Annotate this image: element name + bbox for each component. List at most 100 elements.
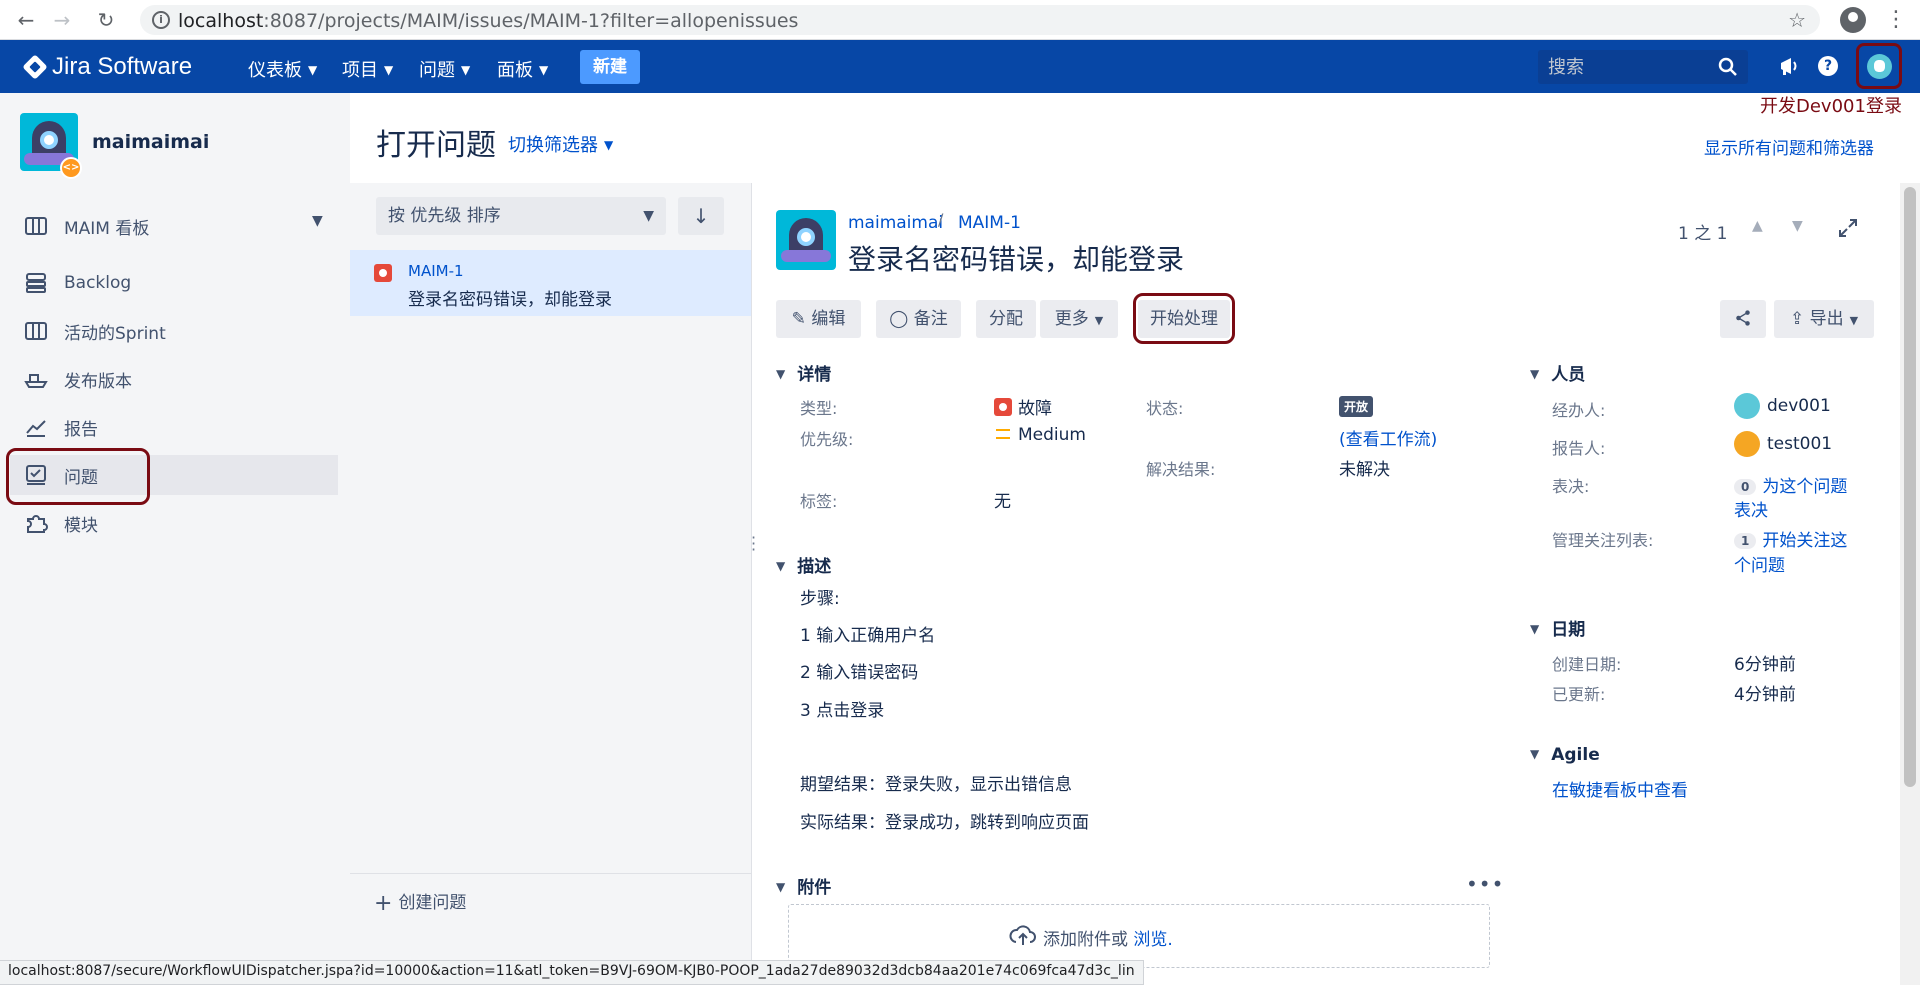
- watchers-count: 1: [1734, 533, 1757, 549]
- show-all-issues-link[interactable]: 显示所有问题和筛选器: [1704, 134, 1874, 159]
- sidebar-item-label: Backlog: [64, 273, 132, 293]
- sidebar-item-reports[interactable]: 报告: [0, 407, 338, 447]
- expand-icon[interactable]: [1838, 218, 1858, 238]
- sort-order-button[interactable]: ↓: [678, 197, 724, 235]
- agile-board-link[interactable]: 在敏捷看板中查看: [1552, 776, 1688, 801]
- browser-profile-icon[interactable]: [1840, 7, 1866, 33]
- chevron-down-icon[interactable]: ▼: [312, 213, 323, 229]
- assignee-value[interactable]: dev001: [1767, 396, 1831, 416]
- watch-link-line2[interactable]: 个问题: [1734, 551, 1785, 576]
- browse-link[interactable]: 浏览.: [1133, 930, 1172, 950]
- export-icon: ⇪: [1789, 309, 1810, 329]
- chevron-down-icon: ▼: [776, 559, 786, 573]
- watchers-label: 管理关注列表:: [1552, 531, 1654, 550]
- created-label: 创建日期:: [1552, 655, 1622, 674]
- scrollbar-thumb[interactable]: [1904, 187, 1916, 787]
- chevron-down-icon: ▼: [1094, 314, 1104, 327]
- breadcrumb-project[interactable]: maimaimai: [848, 213, 943, 233]
- sort-dropdown[interactable]: 按 优先级 排序 ▼: [376, 197, 666, 235]
- back-icon[interactable]: ←: [14, 8, 38, 32]
- attachments-heading[interactable]: ▼ 附件: [776, 873, 831, 898]
- menu-projects[interactable]: 项目 ▼: [342, 56, 393, 82]
- sidebar-item-components[interactable]: 模块: [0, 503, 338, 543]
- divider: [350, 873, 751, 874]
- details-heading[interactable]: ▼ 详情: [776, 360, 831, 385]
- scrollbar[interactable]: [1900, 183, 1920, 985]
- user-avatar-highlight: [1856, 43, 1902, 89]
- description-heading[interactable]: ▼ 描述: [776, 552, 831, 577]
- bookmark-star-icon[interactable]: ☆: [1788, 8, 1806, 32]
- create-button[interactable]: 新建: [580, 50, 640, 84]
- chevron-down-icon: ▼: [308, 63, 318, 77]
- labels-label: 标签:: [800, 492, 838, 511]
- comment-button[interactable]: ◯ 备注: [876, 300, 961, 338]
- priority-label: 优先级:: [800, 430, 854, 449]
- people-heading[interactable]: ▼ 人员: [1530, 360, 1585, 385]
- share-button[interactable]: [1720, 300, 1766, 338]
- jira-logo[interactable]: Jira Software: [22, 53, 192, 81]
- browser-menu-icon[interactable]: ⋮: [1885, 6, 1907, 34]
- sidebar-item-backlog[interactable]: Backlog: [0, 263, 338, 303]
- breadcrumb-separator: /: [938, 210, 944, 229]
- more-button[interactable]: 更多 ▼: [1040, 300, 1118, 338]
- user-avatar[interactable]: [1867, 54, 1892, 79]
- votes-count: 0: [1734, 479, 1757, 495]
- project-name[interactable]: maimaimai: [92, 131, 209, 153]
- vote-link-line2[interactable]: 表决: [1734, 496, 1768, 521]
- labels-value: 无: [994, 492, 1011, 512]
- sidebar-item-releases[interactable]: 发布版本: [0, 359, 338, 399]
- create-issue-button[interactable]: + 创建问题: [374, 888, 466, 916]
- chevron-down-icon: ▼: [643, 208, 654, 224]
- assign-button[interactable]: 分配: [976, 300, 1036, 338]
- chevron-down-icon[interactable]: ▼: [1792, 218, 1803, 234]
- menu-issues[interactable]: 问题 ▼: [419, 56, 470, 82]
- sidebar-item-board[interactable]: MAIM 看板: [0, 206, 338, 246]
- help-icon[interactable]: ?: [1818, 56, 1838, 76]
- issue-project-avatar[interactable]: [776, 210, 836, 270]
- ship-icon: [24, 374, 48, 388]
- view-workflow-link[interactable]: (查看工作流): [1339, 425, 1437, 450]
- start-progress-button[interactable]: 开始处理: [1138, 300, 1230, 338]
- pager-text: 1 之 1: [1678, 224, 1728, 244]
- watch-link[interactable]: 开始关注这: [1762, 531, 1847, 551]
- menu-dashboards[interactable]: 仪表板 ▼: [248, 56, 317, 82]
- sidebar-item-label: 报告: [64, 419, 98, 440]
- agile-heading[interactable]: ▼ Agile: [1530, 745, 1600, 765]
- attachment-text: 添加附件或 浏览.: [1043, 930, 1173, 950]
- list-item[interactable]: MAIM-1 登录名密码错误，却能登录: [350, 250, 751, 316]
- search-input[interactable]: [1538, 50, 1708, 84]
- sidebar-item-label: 活动的Sprint: [64, 323, 166, 344]
- issue-key[interactable]: MAIM-1: [408, 262, 464, 280]
- forward-icon[interactable]: →: [50, 8, 74, 32]
- search-icon[interactable]: [1718, 57, 1738, 77]
- sidebar-item-active-sprint[interactable]: 活动的Sprint: [0, 311, 338, 351]
- reporter-value[interactable]: test001: [1767, 434, 1832, 454]
- menu-boards[interactable]: 面板 ▼: [497, 56, 548, 82]
- chevron-down-icon: ▼: [384, 63, 394, 77]
- chevron-down-icon: ▼: [1530, 622, 1540, 636]
- issue-title: 登录名密码错误，却能登录: [848, 243, 1185, 276]
- address-bar[interactable]: i localhost:8087/projects/MAIM/issues/MA…: [140, 5, 1820, 35]
- chevron-down-icon: ▼: [1849, 314, 1859, 327]
- breadcrumb-issue-key[interactable]: MAIM-1: [958, 213, 1021, 233]
- chevron-up-icon[interactable]: ▲: [1752, 218, 1763, 234]
- dates-heading[interactable]: ▼ 日期: [1530, 615, 1585, 640]
- resolution-label: 解决结果:: [1146, 460, 1216, 479]
- reload-icon[interactable]: ↻: [94, 8, 118, 32]
- resize-handle-icon[interactable]: · · ·: [751, 530, 756, 558]
- search-box[interactable]: [1538, 50, 1748, 84]
- chevron-down-icon: ▼: [776, 367, 786, 381]
- export-button[interactable]: ⇪ 导出 ▼: [1774, 300, 1874, 338]
- vote-link[interactable]: 为这个问题: [1762, 477, 1847, 497]
- created-value: 6分钟前: [1734, 655, 1796, 675]
- sidebar-item-label: MAIM 看板: [64, 218, 150, 239]
- megaphone-icon[interactable]: [1778, 54, 1800, 78]
- info-icon[interactable]: i: [152, 11, 170, 29]
- switch-filter-dropdown[interactable]: 切换筛选器 ▼: [508, 131, 613, 157]
- more-options-icon[interactable]: •••: [1466, 872, 1504, 896]
- description-line: 3 点击登录: [800, 701, 885, 721]
- description-line: 1 输入正确用户名: [800, 626, 936, 646]
- attachment-dropzone[interactable]: 添加附件或 浏览.: [788, 904, 1490, 968]
- edit-button[interactable]: ✎ 编辑: [776, 300, 861, 338]
- chevron-down-icon: ▼: [1530, 367, 1540, 381]
